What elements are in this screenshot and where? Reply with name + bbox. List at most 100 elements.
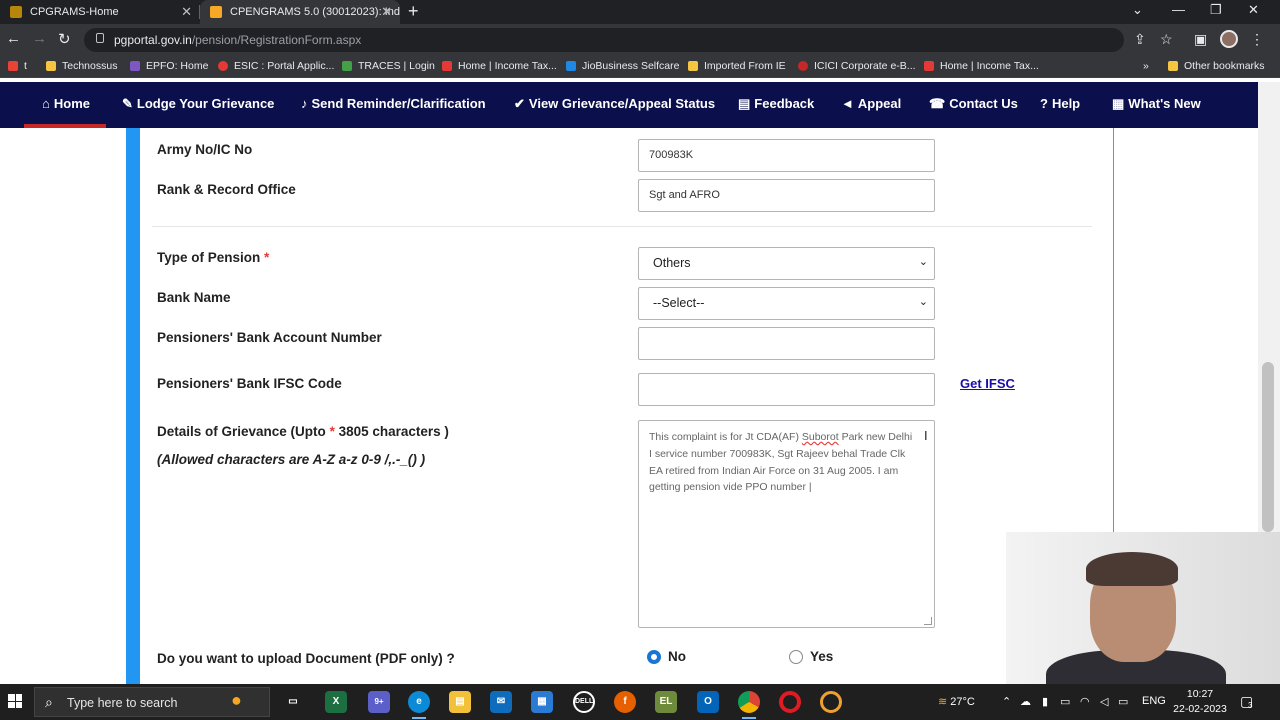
task-view-icon[interactable]: ▭: [282, 691, 304, 713]
folder-icon: [1168, 61, 1178, 71]
volume-icon[interactable]: ◁: [1100, 695, 1108, 708]
scrollbar-thumb[interactable]: [1262, 362, 1274, 532]
taskbar-search-placeholder: Type here to search: [67, 696, 178, 710]
store-icon[interactable]: ▦: [531, 691, 553, 713]
nav-feedback[interactable]: ▤ Feedback: [738, 96, 814, 112]
text-cursor-icon: I: [924, 428, 928, 443]
tab-cpengrams[interactable]: CPENGRAMS 5.0 (30012023): Ind ✕: [200, 0, 400, 24]
close-tab-icon[interactable]: ✕: [181, 4, 192, 20]
pension-type-select[interactable]: Others ⌄: [638, 247, 935, 280]
outlook-icon[interactable]: O: [697, 691, 719, 713]
pension-type-value: Others: [653, 256, 691, 270]
sidebar-icon[interactable]: ▣: [1194, 31, 1207, 48]
nav-appeal[interactable]: ◄ Appeal: [841, 96, 901, 111]
menu-icon[interactable]: ⋮: [1250, 31, 1264, 48]
close-window-icon[interactable]: ✕: [1248, 2, 1259, 18]
pen-icon: [210, 6, 222, 18]
bookmark-item[interactable]: ESIC : Portal Applic...: [218, 60, 334, 72]
close-tab-icon[interactable]: ✕: [381, 4, 392, 20]
upload-yes-radio[interactable]: [789, 650, 803, 664]
resize-handle-icon[interactable]: [924, 617, 932, 625]
folder-icon: [46, 61, 56, 71]
teams-icon[interactable]: 9+: [368, 691, 390, 713]
news-icon: ▦: [1112, 96, 1125, 111]
folder-icon: [688, 61, 698, 71]
tray-chevron-icon[interactable]: ⌃: [1002, 695, 1011, 708]
bookmark-item[interactable]: Home | Income Tax...: [924, 60, 1039, 72]
rank-field[interactable]: Sgt and AFRO: [638, 179, 935, 212]
bookmark-item[interactable]: TRACES | Login: [342, 60, 435, 72]
edge-icon[interactable]: e: [408, 691, 430, 719]
other-bookmarks[interactable]: Other bookmarks: [1168, 60, 1265, 72]
notification-icon[interactable]: ▢ 3: [1240, 693, 1253, 710]
dell-icon[interactable]: DELL: [573, 691, 595, 713]
nav-send-reminder[interactable]: ♪ Send Reminder/Clarification: [301, 96, 486, 111]
share-icon[interactable]: ⇪: [1134, 31, 1146, 48]
chrome-icon[interactable]: [738, 691, 760, 719]
nav-home[interactable]: ⌂ Home: [42, 96, 90, 111]
language-indicator[interactable]: ENG: [1142, 695, 1166, 707]
restore-icon[interactable]: ❐: [1210, 2, 1222, 18]
upload-no-label[interactable]: No: [668, 649, 686, 664]
firefox-icon[interactable]: f: [614, 691, 636, 713]
windows-start-icon[interactable]: [8, 694, 22, 708]
bookmarks-bar: t Technossus EPFO: Home ESIC : Portal Ap…: [0, 56, 1280, 78]
bank-name-select[interactable]: --Select-- ⌄: [638, 287, 935, 320]
get-ifsc-link[interactable]: Get IFSC: [960, 376, 1015, 391]
forward-icon[interactable]: →: [32, 30, 47, 47]
bookmark-item[interactable]: JioBusiness Selfcare: [566, 60, 679, 72]
onedrive-icon[interactable]: ☁: [1020, 695, 1031, 708]
bookmark-item[interactable]: EPFO: Home: [130, 60, 208, 72]
webcam-person-hair: [1086, 552, 1178, 586]
minimize-icon[interactable]: —: [1172, 2, 1185, 17]
weather-widget[interactable]: ≋ 27°C: [938, 695, 975, 708]
media-app-icon[interactable]: [820, 691, 842, 713]
network-icon[interactable]: ▭: [1060, 695, 1070, 708]
account-number-field[interactable]: [638, 327, 935, 360]
bookmark-item[interactable]: Imported From IE: [688, 60, 786, 72]
tab-title: CPGRAMS-Home: [30, 6, 119, 18]
grievance-textarea[interactable]: This complaint is for Jt CDA(AF) Suborot…: [638, 420, 935, 628]
chevron-down-icon: ⌄: [918, 256, 928, 268]
reload-icon[interactable]: ↻: [58, 30, 71, 48]
upload-no-radio[interactable]: [647, 650, 661, 664]
avatar[interactable]: [1220, 30, 1238, 48]
webcam-overlay: [1006, 532, 1280, 684]
grievance-label: Details of Grievance (Upto * 3805 charac…: [157, 424, 449, 439]
url-field[interactable]: pgportal.gov.in/pension/RegistrationForm…: [84, 28, 1124, 52]
tab-cpgrams-home[interactable]: CPGRAMS-Home ✕: [0, 0, 200, 24]
mail-icon[interactable]: ✉: [490, 691, 512, 713]
nav-whats-new[interactable]: ▦ What's New: [1112, 96, 1201, 112]
ifsc-field[interactable]: [638, 373, 935, 406]
taskbar-search[interactable]: ⌕ Type here to search ●: [34, 687, 270, 717]
new-tab-icon[interactable]: +: [408, 1, 419, 22]
nav-lodge-grievance[interactable]: ✎ Lodge Your Grievance: [122, 96, 274, 112]
weather-icon: ≋: [938, 696, 948, 708]
bookmark-item[interactable]: Technossus: [46, 60, 117, 72]
allowed-characters-hint: (Allowed characters are A-Z a-z 0-9 /,.-…: [157, 452, 426, 467]
tab-search-icon[interactable]: ⌄: [1132, 2, 1143, 18]
bookmark-star-icon[interactable]: ☆: [1160, 31, 1173, 48]
emblem-icon: [10, 6, 22, 18]
bookmark-item[interactable]: ICICI Corporate e-B...: [798, 60, 916, 72]
bookmark-item[interactable]: t: [8, 60, 27, 72]
excel-icon[interactable]: X: [325, 691, 347, 713]
nav-help[interactable]: ? Help: [1040, 96, 1080, 111]
file-explorer-icon[interactable]: ▤: [449, 691, 471, 713]
bookmark-item[interactable]: Home | Income Tax...: [442, 60, 557, 72]
account-number-label: Pensioners' Bank Account Number: [157, 330, 382, 345]
army-no-field[interactable]: 700983K: [638, 139, 935, 172]
back-icon[interactable]: ←: [6, 30, 21, 47]
income-tax-icon: [924, 61, 934, 71]
upload-yes-label[interactable]: Yes: [810, 649, 833, 664]
el-app-icon[interactable]: EL: [655, 691, 677, 713]
microphone-icon[interactable]: ▮: [1042, 695, 1048, 708]
bookmarks-overflow-icon[interactable]: »: [1143, 60, 1149, 72]
home-icon: ⌂: [42, 96, 50, 111]
opera-icon[interactable]: [779, 691, 801, 713]
system-clock[interactable]: 10:27 22-02-2023: [1170, 687, 1230, 717]
battery-icon[interactable]: ▭: [1118, 695, 1128, 708]
wifi-icon[interactable]: ◠: [1080, 695, 1090, 708]
nav-contact-us[interactable]: ☎ Contact Us: [929, 96, 1018, 112]
nav-view-status[interactable]: ✔ View Grievance/Appeal Status: [514, 96, 715, 112]
